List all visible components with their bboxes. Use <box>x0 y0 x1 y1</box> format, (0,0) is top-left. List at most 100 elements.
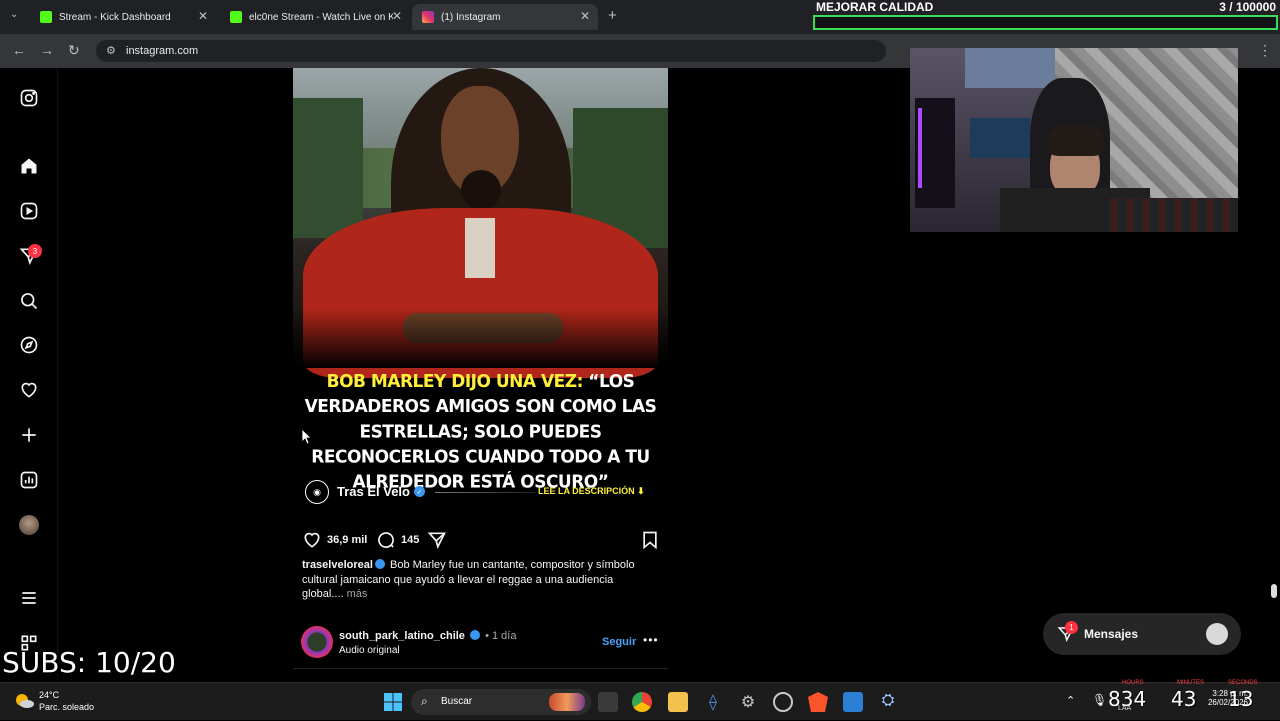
quality-goal-label: MEJORAR CALIDAD <box>816 0 934 14</box>
windows-taskbar: 24°C Parc. soleado ⌕ Buscar ⟠ ⚙ ⛭ ⌃ 🎙 83… <box>0 680 1280 720</box>
weather-condition: Parc. soleado <box>39 702 95 712</box>
notifications-icon[interactable] <box>17 378 41 402</box>
photos-icon[interactable] <box>843 692 863 712</box>
partly-sunny-icon <box>16 694 34 708</box>
next-post-time: • 1 día <box>485 630 517 642</box>
forward-icon[interactable]: → <box>40 42 54 58</box>
post-media[interactable]: BOB MARLEY DIJO UNA VEZ: “LOS VERDADEROS… <box>293 68 668 518</box>
follow-button[interactable]: Seguir <box>602 636 636 648</box>
heart-icon <box>304 532 320 548</box>
site-info-icon[interactable]: ⚙ <box>106 40 116 62</box>
timer-minutes-label: MINUTES <box>1177 680 1204 686</box>
weather-temp: 24°C <box>39 690 60 700</box>
brand-cta: LEE LA DESCRIPCIÓN ⬇ <box>538 486 645 496</box>
taskbar-search[interactable]: ⌕ Buscar <box>411 689 591 715</box>
post-quote: BOB MARLEY DIJO UNA VEZ: “LOS VERDADEROS… <box>293 369 668 495</box>
verified-icon <box>374 559 385 569</box>
kick-favicon-icon <box>230 11 242 23</box>
brand-eye-icon: ◉ <box>305 480 329 504</box>
reels-icon[interactable] <box>17 199 41 223</box>
dashboard-icon[interactable] <box>17 468 41 492</box>
clock-date: 26/02/2026 <box>1207 698 1248 707</box>
comment-count: 145 <box>401 534 420 546</box>
messages-badge: 3 <box>28 244 42 258</box>
tab-title: Stream - Kick Dashboard <box>59 11 171 23</box>
next-post-media <box>293 668 668 680</box>
menu-icon[interactable] <box>17 586 41 610</box>
next-post-username[interactable]: south_park_latino_chile • 1 día <box>339 630 516 642</box>
create-icon[interactable] <box>17 423 41 447</box>
obs-icon[interactable] <box>773 692 793 712</box>
task-view-icon[interactable] <box>598 692 618 712</box>
next-post-avatar[interactable] <box>301 626 333 658</box>
mouse-cursor-icon <box>302 429 312 445</box>
search-icon[interactable] <box>17 289 41 313</box>
reload-icon[interactable]: ↻ <box>68 42 80 59</box>
home-icon[interactable] <box>17 154 41 178</box>
comment-button[interactable]: 145 <box>376 530 419 550</box>
messages-label: Mensajes <box>1084 627 1139 641</box>
settings-icon[interactable]: ⚙ <box>738 692 758 712</box>
tab-title: elc0ne Stream - Watch Live on Kick <box>249 11 393 23</box>
profile-avatar[interactable] <box>17 513 41 537</box>
subs-overlay: SUBS: 10/20 <box>2 646 176 679</box>
tab-instagram[interactable]: (1) Instagram ✕ <box>412 4 598 30</box>
url-field[interactable]: ⚙ instagram.com <box>96 40 886 62</box>
webcam-overlay <box>910 48 1238 232</box>
post-brand-row: ◉ Tras El Velo ✓ LEE LA DESCRIPCIÓN ⬇ <box>305 480 655 504</box>
quality-goal-overlay: MEJORAR CALIDAD 3 / 100000 <box>812 0 1280 32</box>
brand-divider <box>435 492 535 493</box>
quality-goal-count: 3 / 100000 <box>1219 0 1276 14</box>
app-icon[interactable]: ⟠ <box>703 692 723 712</box>
message-avatar <box>1206 623 1228 645</box>
new-tab-icon[interactable]: + <box>608 7 617 24</box>
file-explorer-icon[interactable] <box>668 692 688 712</box>
back-icon[interactable]: ← <box>12 42 26 58</box>
keyboard-language[interactable]: LAA <box>1118 705 1131 712</box>
url-text: instagram.com <box>126 45 199 57</box>
post-actions: 36,9 mil 145 <box>302 528 662 550</box>
windows-start-icon[interactable] <box>383 692 403 712</box>
browser-menu-icon[interactable]: ⋮ <box>1258 42 1272 59</box>
quality-goal-bar <box>813 15 1278 30</box>
brave-icon[interactable] <box>808 692 828 712</box>
share-button[interactable] <box>427 530 447 550</box>
scrollbar-thumb[interactable] <box>1271 584 1277 598</box>
microphone-icon[interactable]: 🎙 <box>1092 693 1107 707</box>
post-photo <box>293 68 668 378</box>
close-tab-icon[interactable]: ✕ <box>580 9 590 23</box>
taskbar-search-label: Buscar <box>441 696 473 707</box>
explore-icon[interactable] <box>17 333 41 357</box>
next-post-audio[interactable]: Audio original <box>339 645 400 656</box>
steam-icon[interactable]: ⛭ <box>878 692 898 712</box>
clock-time: 3:28 p. m. <box>1212 689 1248 698</box>
verified-icon <box>470 630 480 640</box>
bookmark-icon <box>643 531 657 550</box>
caption-username[interactable]: traselveloreal <box>302 559 373 571</box>
like-button[interactable]: 36,9 mil <box>302 530 367 550</box>
share-icon <box>427 532 446 549</box>
tab-kick-dashboard[interactable]: Stream - Kick Dashboard ✕ <box>30 4 216 30</box>
timer-minutes: 43 <box>1171 687 1197 711</box>
messages-badge: 1 <box>1065 621 1078 634</box>
tab-search-icon[interactable]: ⌄ <box>10 9 18 20</box>
timer-hours-label: HOURS <box>1122 680 1144 686</box>
messages-widget[interactable]: 1 Mensajes <box>1043 613 1241 655</box>
quote-highlight: BOB MARLEY DIJO UNA VEZ: <box>326 371 584 393</box>
timer-seconds-label: SECONDS <box>1228 680 1258 686</box>
save-button[interactable] <box>640 530 660 550</box>
like-count: 36,9 mil <box>327 534 368 546</box>
verified-icon: ✓ <box>414 486 425 497</box>
close-tab-icon[interactable]: ✕ <box>198 9 208 23</box>
caption-more-link[interactable]: más <box>347 588 368 600</box>
weather-widget[interactable]: 24°C Parc. soleado <box>14 689 124 715</box>
chrome-icon[interactable] <box>632 692 652 712</box>
instagram-favicon-icon <box>422 11 434 23</box>
instagram-logo-icon[interactable] <box>17 86 41 110</box>
more-options-icon[interactable]: ••• <box>643 633 659 647</box>
page-scrollbar[interactable] <box>1268 68 1280 680</box>
close-tab-icon[interactable]: ✕ <box>392 9 402 23</box>
taskbar-clock[interactable]: 3:28 p. m. 26/02/2026 <box>1200 689 1248 707</box>
tray-chevron-icon[interactable]: ⌃ <box>1066 694 1075 707</box>
tab-kick-stream[interactable]: elc0ne Stream - Watch Live on Kick ✕ <box>220 4 410 30</box>
